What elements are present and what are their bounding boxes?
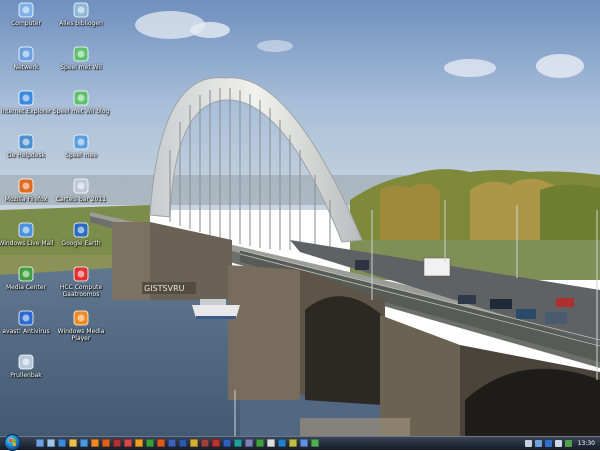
computer-icon [18, 2, 34, 18]
desktop-icon-avast[interactable]: avast! Antivirus [0, 310, 55, 335]
network-icon [18, 46, 34, 62]
app-icon[interactable] [168, 439, 176, 447]
media-center-icon [18, 266, 34, 282]
media-player-icon[interactable] [91, 439, 99, 447]
firefox-icon [18, 178, 34, 194]
recycle-bin-icon [18, 354, 34, 370]
desktop-icon-label: De Helpdesk [7, 152, 45, 159]
desktop-icon-label: avast! Antivirus [2, 328, 50, 335]
app-icon[interactable] [146, 439, 154, 447]
explorer-icon[interactable] [69, 439, 77, 447]
desktop-icon-hcc[interactable]: HCC Compute Gaatroomos [52, 266, 110, 298]
internet-explorer-icon[interactable] [58, 439, 66, 447]
app-icon[interactable] [289, 439, 297, 447]
desktop-icon-label: Mozilla Firefox [4, 196, 48, 203]
system-tray: 13:30 [524, 438, 598, 449]
network-icon[interactable] [534, 440, 542, 447]
desktop-icon-label: Windows Live Mail [0, 240, 54, 247]
desktop-icon-label: Speel met Wii blog [52, 108, 110, 115]
desktop-icon-wii[interactable]: Speel met Wii [52, 46, 110, 71]
desktop-icon-label: Netwerk [13, 64, 39, 71]
start-button[interactable] [4, 434, 21, 451]
desktop-icon-label: Media Center [5, 284, 47, 291]
bridge-sign: GISTSVRU [144, 284, 185, 293]
app-icon[interactable] [157, 439, 165, 447]
antivirus-icon[interactable] [544, 440, 552, 447]
word-icon[interactable] [179, 439, 187, 447]
desktop-icon-speelmee[interactable]: Speel mee [52, 134, 110, 159]
app-icon[interactable] [564, 440, 572, 447]
media-player-icon [73, 310, 89, 326]
mail-icon[interactable] [80, 439, 88, 447]
app-icon[interactable] [135, 439, 143, 447]
desktop-icon-label: Alles bibliogen [59, 20, 103, 27]
chevron-icon[interactable] [524, 440, 532, 447]
app-icon[interactable] [267, 439, 275, 447]
helpdesk-icon [18, 134, 34, 150]
desktop-icon-prullenbak[interactable]: Prullenbak [0, 354, 55, 379]
desktop-icon-helpdesk[interactable]: De Helpdesk [0, 134, 55, 159]
mail-icon [18, 222, 34, 238]
app-icon[interactable] [245, 439, 253, 447]
clock[interactable]: 13:30 [575, 440, 598, 447]
desktop-icon-computer[interactable]: Computer [0, 2, 55, 27]
desktop-icon-firefox[interactable]: Mozilla Firefox [0, 178, 55, 203]
google-earth-icon [73, 222, 89, 238]
show-desktop-icon[interactable] [36, 439, 44, 447]
app-icon[interactable] [113, 439, 121, 447]
desktop-icon-wiiblog[interactable]: Speel met Wii blog [52, 90, 110, 115]
package-icon [73, 178, 89, 194]
app-icon[interactable] [256, 439, 264, 447]
internet-explorer-icon [18, 90, 34, 106]
app-icon[interactable] [124, 439, 132, 447]
volume-icon[interactable] [554, 440, 562, 447]
quick-launch-bar [36, 439, 319, 448]
desktop-icon-label: Windows Media Player [57, 328, 105, 342]
desktop-icon-mediacenter[interactable]: Media Center [0, 266, 55, 291]
app-icon[interactable] [278, 439, 286, 447]
globe-icon [73, 134, 89, 150]
desktop-icon-livemail[interactable]: Windows Live Mail [0, 222, 55, 247]
antivirus-icon [18, 310, 34, 326]
desktop-icon-label: Computer [11, 20, 41, 27]
desktop-icon-label: Speel met Wii [60, 64, 102, 71]
desktop-icon-googleearth[interactable]: Google Earth [52, 222, 110, 247]
desktop-icon-label: Speel mee [65, 152, 97, 159]
app-icon[interactable] [223, 439, 231, 447]
firefox-icon[interactable] [102, 439, 110, 447]
desktop-icon-bibliotheek[interactable]: Alles bibliogen [52, 2, 110, 27]
gamepad-icon [73, 46, 89, 62]
desktop-icon-wmp[interactable]: Windows Media Player [52, 310, 110, 342]
app-icon[interactable] [212, 439, 220, 447]
lifebuoy-icon [73, 266, 89, 282]
taskbar: 13:30 [0, 434, 600, 451]
desktop-icon-label: Prullenbak [10, 372, 42, 379]
gamepad-icon [73, 90, 89, 106]
app-icon[interactable] [311, 439, 319, 447]
app-icon[interactable] [190, 439, 198, 447]
library-icon [73, 2, 89, 18]
app-icon[interactable] [201, 439, 209, 447]
windows-logo-icon [9, 439, 16, 446]
window-switcher-icon[interactable] [47, 439, 55, 447]
app-icon[interactable] [234, 439, 242, 447]
app-icon[interactable] [300, 439, 308, 447]
desktop-icon-label: Google Earth [61, 240, 101, 247]
desktop-icon-label: HCC Compute Gaatroomos [59, 284, 103, 298]
desktop-icon-label: Internet Explorer [0, 108, 52, 115]
desktop-icon-pack[interactable]: Cartels bar 2011 [52, 178, 110, 203]
desktop: GISTSVRU Computer Alles bibliogen Netwerk S… [0, 0, 600, 436]
desktop-icon-label: Cartels bar 2011 [55, 196, 107, 203]
desktop-icon-ie[interactable]: Internet Explorer [0, 90, 55, 115]
desktop-icon-netwerk[interactable]: Netwerk [0, 46, 55, 71]
